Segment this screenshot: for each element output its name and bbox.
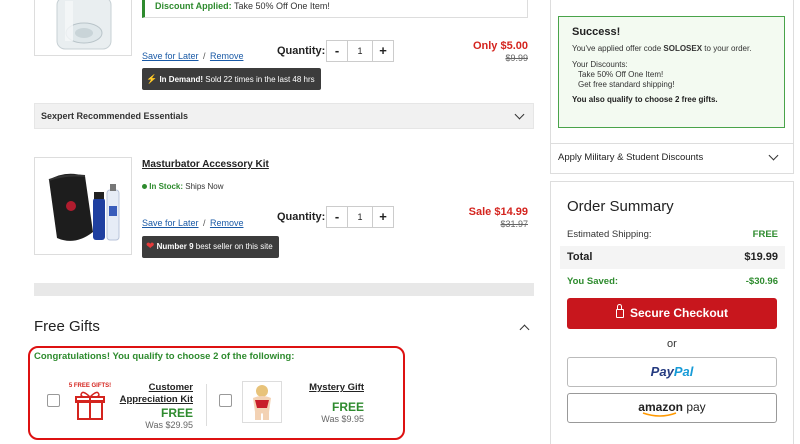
discount-applied-text: Take 50% Off One Item!	[234, 1, 330, 11]
heart-icon: ❤	[146, 241, 155, 252]
paypal-pay-text: Pay	[650, 364, 674, 379]
best-seller-badge: ❤ Number 9 best seller on this site	[142, 236, 279, 258]
gift-name-mystery[interactable]: Mystery Gift	[290, 382, 364, 393]
badge-bold: Number 9	[156, 242, 194, 251]
stock-label: In Stock:	[149, 182, 184, 191]
gift-name-customer-kit[interactable]: Customer Appreciation Kit	[115, 382, 193, 406]
amazon-logo: amazon	[638, 394, 683, 420]
recommended-essentials-bar[interactable]: Sexpert Recommended Essentials	[34, 103, 534, 129]
item1-original-price: $9.99	[505, 53, 528, 63]
recommended-label: Sexpert Recommended Essentials	[41, 111, 189, 121]
decrease-button[interactable]: -	[326, 206, 348, 228]
item2-price: Sale $14.99	[468, 206, 528, 218]
saved-label: You Saved:	[567, 276, 619, 287]
lightning-icon: ⚡	[146, 74, 158, 84]
separator: /	[202, 51, 206, 61]
quantity-input[interactable]: 1	[348, 40, 372, 62]
success-title: Success!	[572, 26, 621, 38]
gift-image-customer-kit: 5 FREE GIFTS!	[66, 383, 114, 425]
stock-status: In Stock: Ships Now	[142, 182, 224, 191]
item1-actions: Save for Later / Remove	[142, 46, 243, 64]
remove-link[interactable]: Remove	[210, 51, 244, 61]
decrease-button[interactable]: -	[326, 40, 348, 62]
gift-image-mystery	[242, 381, 282, 423]
shipping-value: FREE	[752, 229, 778, 240]
product-image-item2[interactable]	[34, 157, 132, 255]
gift-checkbox[interactable]	[219, 394, 232, 407]
amazon-pay-button[interactable]: amazon pay	[567, 393, 777, 423]
product-image-item1[interactable]	[34, 0, 132, 56]
total-label: Total	[567, 251, 593, 263]
secure-checkout-button[interactable]: Secure Checkout	[567, 298, 777, 329]
badge-text: Sold 22 times in the last 48 hrs	[205, 75, 315, 84]
lock-icon	[615, 304, 624, 318]
amazon-smile-icon	[643, 412, 677, 417]
gift-free-label: FREE	[331, 400, 364, 414]
success-line-post: to your order.	[702, 44, 752, 53]
save-for-later-link[interactable]: Save for Later	[142, 51, 199, 61]
gift-name-line2: Appreciation Kit	[119, 394, 193, 405]
quantity-label: Quantity:	[277, 45, 326, 57]
product-title-link[interactable]: Masturbator Accessory Kit	[142, 159, 269, 170]
badge-bold: In Demand!	[159, 75, 204, 84]
chevron-down-icon	[768, 150, 779, 161]
free-gifts-title: Free Gifts	[34, 318, 100, 335]
shipping-label: Estimated Shipping:	[567, 229, 652, 240]
save-for-later-link[interactable]: Save for Later	[142, 218, 199, 228]
badge-text: best seller on this site	[195, 242, 273, 251]
gift-was-price: Was $29.95	[145, 420, 193, 430]
masturbator-image	[56, 0, 112, 50]
item1-price: Only $5.00	[472, 40, 528, 52]
remove-link[interactable]: Remove	[210, 218, 244, 228]
total-value: $19.99	[744, 251, 778, 263]
separator: /	[202, 218, 206, 228]
success-code-line: You've applied offer code SOLOSEX to you…	[572, 44, 771, 53]
stock-dot-icon	[142, 184, 147, 190]
mystery-gift-image	[253, 385, 271, 420]
military-discount-label: Apply Military & Student Discounts	[558, 152, 704, 163]
increase-button[interactable]: +	[372, 40, 394, 62]
gift-free-label: FREE	[160, 406, 193, 420]
offer-code: SOLOSEX	[663, 44, 703, 53]
discount-item-2: Get free standard shipping!	[578, 80, 675, 89]
success-box: Success! You've applied offer code SOLOS…	[558, 16, 785, 128]
stock-text: Ships Now	[185, 182, 224, 191]
quantity-label: Quantity:	[277, 211, 326, 223]
accessory-kit-image	[48, 173, 120, 241]
paypal-pal-text: Pal	[673, 364, 694, 379]
quantity-stepper: - 1 +	[326, 206, 394, 228]
checkout-label: Secure Checkout	[629, 306, 729, 320]
saved-value: -$30.96	[745, 276, 778, 287]
increase-button[interactable]: +	[372, 206, 394, 228]
discounts-label: Your Discounts:	[572, 60, 628, 69]
gift-checkbox[interactable]	[47, 394, 60, 407]
amazon-pay-text: pay	[686, 400, 706, 414]
free-gifts-note: You also qualify to choose 2 free gifts.	[572, 95, 718, 104]
gift-box-icon	[75, 391, 105, 420]
success-line-pre: You've applied offer code	[572, 44, 664, 53]
chevron-up-icon[interactable]	[519, 324, 530, 335]
in-demand-badge: ⚡ In Demand! Sold 22 times in the last 4…	[142, 68, 321, 90]
gift-divider	[206, 384, 207, 426]
discount-item-1: Take 50% Off One Item!	[578, 70, 664, 79]
order-summary-title: Order Summary	[567, 198, 674, 215]
chevron-down-icon	[514, 109, 525, 120]
paypal-button[interactable]: PayPal	[567, 357, 777, 387]
gift-was-price: Was $9.95	[321, 414, 364, 424]
section-divider	[34, 283, 534, 296]
military-discount-toggle[interactable]: Apply Military & Student Discounts	[551, 143, 793, 171]
item2-original-price: $31.97	[500, 219, 528, 229]
item2-actions: Save for Later / Remove	[142, 213, 243, 231]
quantity-stepper: - 1 +	[326, 40, 394, 62]
gift-name-line1: Customer	[148, 382, 193, 393]
discount-applied-banner: Discount Applied: Take 50% Off One Item!	[142, 0, 528, 18]
discount-applied-label: Discount Applied:	[155, 1, 232, 11]
or-text: or	[667, 338, 677, 350]
quantity-input[interactable]: 1	[348, 206, 372, 228]
